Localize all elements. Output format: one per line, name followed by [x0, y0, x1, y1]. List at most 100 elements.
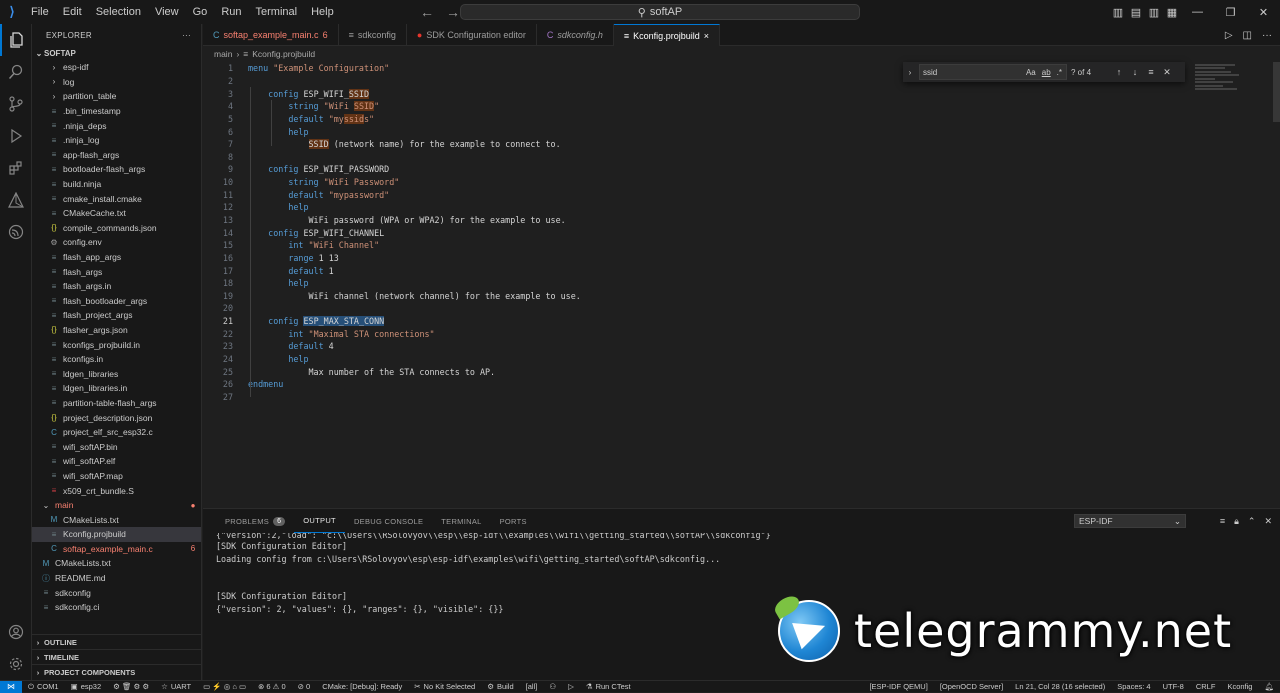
tree-file[interactable]: ⚙ config.env: [32, 235, 201, 250]
use-regex-toggle[interactable]: .*: [1057, 68, 1062, 77]
notifications-bell-icon[interactable]: 🔔︎: [1258, 682, 1280, 691]
chevron-right-icon[interactable]: ›: [903, 68, 917, 77]
status-run-ctest[interactable]: ⚗ Run CTest: [580, 682, 637, 691]
status-language[interactable]: Kconfig: [1221, 682, 1258, 691]
tree-file[interactable]: ≡ sdkconfig: [32, 585, 201, 600]
close-icon[interactable]: ✕: [1264, 516, 1272, 527]
outline-section[interactable]: › OUTLINE: [32, 634, 201, 649]
more-actions-icon[interactable]: ···: [1262, 30, 1272, 41]
tree-folder[interactable]: › log: [32, 75, 201, 90]
status-build-target[interactable]: [all]: [520, 682, 544, 691]
remote-indicator-icon[interactable]: ⋈: [0, 680, 22, 693]
match-whole-word-toggle[interactable]: ab: [1042, 68, 1051, 77]
arrow-down-icon[interactable]: ↓: [1127, 67, 1143, 77]
status-ports[interactable]: ⊘ 0: [292, 682, 317, 691]
tree-file[interactable]: ≡ .ninja_deps: [32, 118, 201, 133]
menu-run[interactable]: Run: [214, 0, 248, 24]
tree-file[interactable]: ≡ partition-table-flash_args: [32, 396, 201, 411]
command-center[interactable]: ⚲ softAP: [460, 4, 860, 20]
filter-list-icon[interactable]: ≡: [1220, 516, 1225, 526]
timeline-section[interactable]: › TIMELINE: [32, 649, 201, 664]
explorer-icon[interactable]: [0, 24, 32, 56]
lock-icon[interactable]: 🔒︎: [1234, 516, 1239, 527]
tree-file[interactable]: ≡ bootloader-flash_args: [32, 162, 201, 177]
minimize-icon[interactable]: —: [1181, 6, 1214, 18]
back-arrow-icon[interactable]: ←: [420, 4, 434, 20]
tree-file[interactable]: ≡ app-flash_args: [32, 148, 201, 163]
tree-file[interactable]: ≡ wifi_softAP.map: [32, 469, 201, 484]
status-flash-method[interactable]: ☆ UART: [155, 682, 197, 691]
output-channel-select[interactable]: ESP-IDF ⌄: [1074, 514, 1186, 528]
status-openocd[interactable]: [OpenOCD Server]: [934, 682, 1009, 691]
split-editor-icon[interactable]: ◫: [1243, 30, 1252, 41]
cmake-icon[interactable]: [0, 184, 32, 216]
run-debug-icon[interactable]: [0, 120, 32, 152]
status-indentation[interactable]: Spaces: 4: [1111, 682, 1156, 691]
tree-file[interactable]: ≡ ldgen_libraries: [32, 366, 201, 381]
tree-file[interactable]: ≡ .bin_timestamp: [32, 104, 201, 119]
debug-icon[interactable]: ⚇: [543, 682, 562, 691]
tree-file[interactable]: {} compile_commands.json: [32, 221, 201, 236]
menu-go[interactable]: Go: [186, 0, 215, 24]
tab-ports[interactable]: PORTS: [491, 509, 536, 533]
close-icon[interactable]: ×: [704, 31, 709, 41]
status-build[interactable]: ⚙ Build: [481, 682, 519, 691]
tree-file[interactable]: {} flasher_args.json: [32, 323, 201, 338]
menu-edit[interactable]: Edit: [56, 0, 89, 24]
tree-file[interactable]: ≡ flash_app_args: [32, 250, 201, 265]
match-case-toggle[interactable]: Aa: [1026, 68, 1036, 77]
tree-file[interactable]: ≡ kconfigs.in: [32, 352, 201, 367]
tab-sdk-configuration-editor[interactable]: ● SDK Configuration editor: [407, 24, 537, 46]
status-kit[interactable]: ✂ No Kit Selected: [408, 682, 481, 691]
tree-folder[interactable]: › esp-idf: [32, 60, 201, 75]
tree-file[interactable]: ≡ flash_bootloader_args: [32, 294, 201, 309]
tree-file[interactable]: ≡ build.ninja: [32, 177, 201, 192]
tree-file[interactable]: ≡ kconfigs_projbuild.in: [32, 337, 201, 352]
tab-sdkconfig[interactable]: ≡ sdkconfig: [339, 24, 407, 46]
menu-help[interactable]: Help: [304, 0, 341, 24]
status-cmake[interactable]: CMake: [Debug]: Ready: [316, 682, 408, 691]
status-idf-actions[interactable]: ⚙ 🗑 ⚙ ⚙: [107, 682, 155, 691]
tree-folder[interactable]: › partition_table: [32, 89, 201, 104]
tree-file[interactable]: ≡ flash_project_args: [32, 308, 201, 323]
status-cursor-position[interactable]: Ln 21, Col 28 (16 selected): [1009, 682, 1111, 691]
source-control-icon[interactable]: [0, 88, 32, 120]
close-icon[interactable]: ✕: [1159, 67, 1175, 78]
tree-file[interactable]: ≡ flash_args.in: [32, 279, 201, 294]
extensions-icon[interactable]: [0, 152, 32, 184]
find-in-selection-icon[interactable]: ≡: [1143, 67, 1159, 77]
tree-file[interactable]: {} project_description.json: [32, 410, 201, 425]
toggle-secondary-sidebar-icon[interactable]: ▥: [1145, 6, 1163, 19]
workspace-root[interactable]: ⌄ SOFTAP: [32, 46, 201, 60]
tab-kconfig-projbuild[interactable]: ≡ Kconfig.projbuild ×: [613, 24, 720, 46]
run-icon[interactable]: ▷: [1225, 30, 1233, 41]
maximize-panel-icon[interactable]: ⌃: [1248, 516, 1256, 527]
tree-file[interactable]: ≡ wifi_softAP.elf: [32, 454, 201, 469]
tab-terminal[interactable]: TERMINAL: [432, 509, 490, 533]
manage-gear-icon[interactable]: [0, 648, 32, 680]
menu-terminal[interactable]: Terminal: [249, 0, 305, 24]
minimap[interactable]: [1195, 62, 1273, 102]
tree-file[interactable]: ≡ ldgen_libraries.in: [32, 381, 201, 396]
menu-view[interactable]: View: [148, 0, 186, 24]
tab-debug-console[interactable]: DEBUG CONSOLE: [345, 509, 432, 533]
find-input[interactable]: ssid Aa ab .*: [919, 64, 1067, 80]
close-window-icon[interactable]: ✕: [1247, 6, 1280, 19]
status-monitor-icons[interactable]: ▭ ⚡ ◎ ⌂ ▭: [197, 682, 252, 691]
tab-softap-example-main[interactable]: C softap_example_main.c 6: [203, 24, 339, 46]
tree-file[interactable]: Csoftap_example_main.c 6: [32, 542, 201, 557]
tab-problems[interactable]: PROBLEMS 6: [216, 509, 294, 533]
tree-file[interactable]: ≡ Kconfig.projbuild: [32, 527, 201, 542]
arrow-up-icon[interactable]: ↑: [1111, 67, 1127, 77]
more-actions-icon[interactable]: ···: [182, 31, 191, 40]
toggle-sidebar-icon[interactable]: ▥: [1109, 6, 1127, 19]
customize-layout-icon[interactable]: ▦: [1163, 6, 1181, 19]
search-view-icon[interactable]: [0, 56, 32, 88]
tree-file[interactable]: Cproject_elf_src_esp32.c: [32, 425, 201, 440]
breadcrumb-file[interactable]: Kconfig.projbuild: [252, 49, 315, 59]
tree-file[interactable]: ≡ x509_crt_bundle.S: [32, 483, 201, 498]
status-qemu[interactable]: [ESP-IDF QEMU]: [863, 682, 933, 691]
tree-file[interactable]: ≡ CMakeCache.txt: [32, 206, 201, 221]
tab-output[interactable]: OUTPUT: [294, 509, 345, 533]
tree-file[interactable]: ≡ flash_args: [32, 264, 201, 279]
